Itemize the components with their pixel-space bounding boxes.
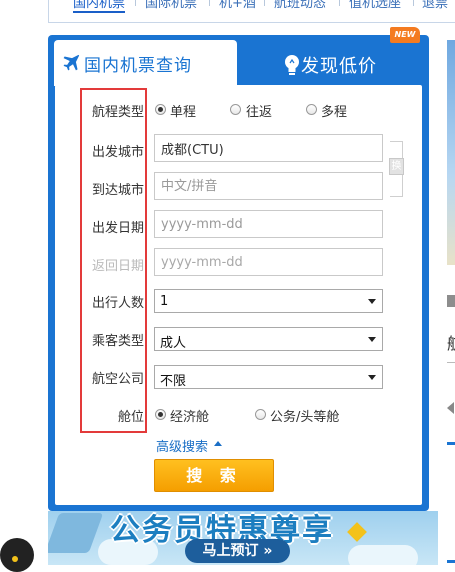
tab-deals-label: 发现低价 (301, 56, 377, 77)
trip-type-one-way-label[interactable]: 单程 (170, 101, 196, 120)
promo-image[interactable] (447, 40, 455, 265)
arrive-city-input[interactable] (154, 172, 383, 200)
topnav-item-refund[interactable]: 退票 (422, 0, 448, 11)
swap-cities-button[interactable]: 换 (389, 158, 404, 175)
passengers-value: 1 (160, 294, 169, 309)
chevron-down-icon (368, 375, 376, 380)
cabin-economy-radio[interactable] (155, 409, 166, 420)
floating-widget[interactable] (0, 538, 34, 572)
cloud-decoration (348, 545, 418, 565)
cabin-label: 舱位 (117, 410, 144, 425)
depart-city-label: 出发城市 (91, 145, 144, 160)
depart-date-input[interactable] (154, 210, 383, 238)
arrive-city-label: 到达城市 (91, 183, 144, 198)
trip-type-round-trip-label[interactable]: 往返 (246, 101, 272, 120)
cabin-economy-label[interactable]: 经济舱 (170, 406, 209, 425)
topnav-item-flight-hotel[interactable]: 机+酒 (219, 0, 256, 11)
airplane-icon (63, 54, 80, 71)
lightbulb-icon (285, 55, 299, 75)
topnav-item-flight-status[interactable]: 航班动态 (274, 0, 326, 11)
section-rule (447, 560, 455, 563)
passengers-label: 出行人数 (91, 296, 144, 311)
cabin-business-radio[interactable] (255, 409, 266, 420)
right-content-strip: 航 (447, 40, 455, 565)
topnav-item-international[interactable]: 国际机票 (145, 0, 197, 11)
trip-type-multi-city-label[interactable]: 多程 (321, 101, 347, 120)
passenger-type-label: 乘客类型 (91, 334, 144, 349)
tab-domestic-label: 国内机票查询 (84, 56, 192, 76)
trip-type-label: 航程类型 (91, 105, 144, 120)
chevron-down-icon (368, 337, 376, 342)
caret-up-icon (214, 441, 222, 446)
passengers-select[interactable]: 1 (154, 289, 383, 313)
airline-value: 不限 (160, 374, 187, 389)
topnav-divider (209, 0, 210, 6)
search-button[interactable]: 搜 索 (154, 459, 274, 492)
carousel-prev-icon[interactable] (447, 402, 454, 414)
chevron-down-icon (368, 299, 376, 304)
airline-select[interactable]: 不限 (154, 365, 383, 389)
tab-domestic-flight-search[interactable]: 国内机票查询 (54, 40, 237, 86)
star-decoration (347, 522, 367, 542)
book-now-button[interactable]: 马上预订 » (185, 539, 290, 563)
passenger-type-select[interactable]: 成人 (154, 327, 383, 351)
section-rule (447, 442, 455, 445)
topnav-item-domestic[interactable]: 国内机票 (73, 0, 126, 13)
depart-date-label: 出发日期 (91, 221, 144, 236)
depart-city-input[interactable] (154, 134, 383, 162)
tab-find-low-price[interactable]: 发现低价 (238, 40, 428, 86)
trip-type-one-way-radio[interactable] (155, 104, 166, 115)
airline-label: 航空公司 (91, 372, 144, 387)
trip-type-multi-city-radio[interactable] (306, 104, 317, 115)
topnav-divider (413, 0, 414, 6)
new-badge: NEW (390, 27, 420, 43)
passenger-type-value: 成人 (160, 336, 187, 351)
return-date-input[interactable] (154, 248, 383, 276)
divider (447, 362, 455, 363)
topnav-divider (135, 0, 136, 6)
promo-banner[interactable]: 公务员特惠尊享 马上预订 » (48, 511, 438, 565)
topnav-item-checkin[interactable]: 值机选座 (349, 0, 401, 11)
topnav-divider (264, 0, 265, 6)
top-nav: 国内机票 国际机票 机+酒 航班动态 值机选座 退票 (48, 0, 455, 23)
airplane-decoration (48, 513, 104, 553)
return-date-label: 返回日期 (91, 259, 144, 274)
advanced-search-link[interactable]: 高级搜索 (156, 436, 208, 455)
trip-type-round-trip-radio[interactable] (230, 104, 241, 115)
right-text: 航 (447, 330, 455, 354)
widget-dot (12, 556, 18, 562)
cabin-business-label[interactable]: 公务/头等舱 (270, 406, 339, 425)
image-caption-mark (447, 295, 455, 307)
topnav-divider (339, 0, 340, 6)
